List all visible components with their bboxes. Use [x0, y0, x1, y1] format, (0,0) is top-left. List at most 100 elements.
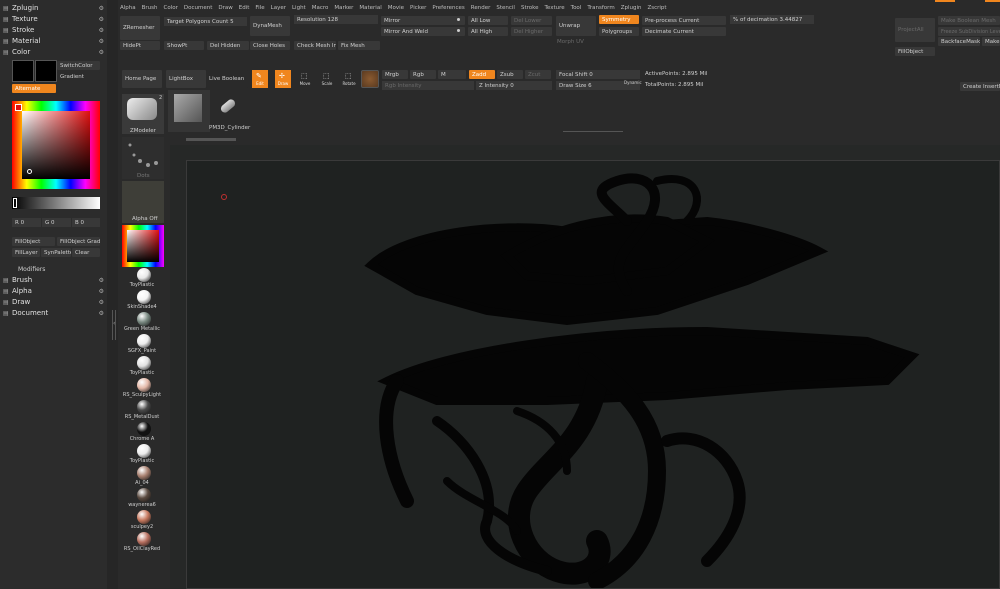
hide-pt-button[interactable]: HidePt: [120, 41, 160, 50]
make-p-button[interactable]: Make P: [982, 37, 1000, 46]
zremesher-button[interactable]: ZRemesher: [120, 16, 160, 40]
live-boolean-button[interactable]: Live Boolean: [206, 70, 248, 88]
material-label[interactable]: SkinShade4: [119, 304, 165, 310]
fill-object-top-button[interactable]: FillObject: [895, 47, 935, 56]
zcut-button[interactable]: Zcut: [525, 70, 551, 79]
make-boolean-mesh-button[interactable]: Make Boolean Mesh: [938, 16, 1000, 25]
pct-decimation-slider[interactable]: % of decimation 3.44827: [730, 15, 814, 24]
backface-mask-button[interactable]: BackfaceMask: [938, 37, 980, 46]
menu-marker[interactable]: Marker: [334, 5, 353, 11]
material-label[interactable]: Chrome A: [119, 436, 165, 442]
rotate-button[interactable]: ⬚ Rotate: [341, 70, 357, 88]
menu-light[interactable]: Light: [292, 5, 306, 11]
left-panel-item-1[interactable]: ▤ Texture ⚙: [0, 14, 106, 24]
left-panel-item-2[interactable]: ▤ Stroke ⚙: [0, 25, 106, 35]
menu-layer[interactable]: Layer: [271, 5, 286, 11]
material-sphere-icon[interactable]: [137, 312, 151, 326]
cube-tool-thumb[interactable]: [168, 90, 210, 132]
gray-slider-handle[interactable]: [13, 198, 17, 208]
del-higher-button[interactable]: Del Higher: [511, 27, 552, 36]
gear-icon[interactable]: ⚙: [99, 310, 104, 317]
material-sphere-icon[interactable]: [137, 400, 151, 414]
left-panel-modifier-1[interactable]: ▤ Alpha ⚙: [0, 286, 106, 296]
material-label[interactable]: RS_MetalDust: [119, 414, 165, 420]
material-sphere-icon[interactable]: [137, 268, 151, 282]
fill-object-button[interactable]: FillObject: [12, 237, 55, 246]
z-intensity-slider[interactable]: Z Intensity 0: [476, 81, 552, 90]
menu-document[interactable]: Document: [184, 5, 213, 11]
left-panel-modifier-2[interactable]: ▤ Draw ⚙: [0, 297, 106, 307]
polygroups-button[interactable]: Polygroups: [599, 27, 639, 36]
menu-material[interactable]: Material: [359, 5, 381, 11]
left-panel-modifier-0[interactable]: ▤ Brush ⚙: [0, 275, 106, 285]
morph-uv-label[interactable]: Morph UV: [557, 39, 584, 45]
focal-shift-slider[interactable]: Focal Shift 0: [556, 70, 640, 79]
material-sphere-icon[interactable]: [137, 510, 151, 524]
menu-macro[interactable]: Macro: [312, 5, 329, 11]
menu-transform[interactable]: Transform: [587, 5, 614, 11]
b-slider[interactable]: B 0: [72, 218, 100, 227]
target-polygons-slider[interactable]: Target Polygons Count 5: [164, 17, 247, 26]
menu-render[interactable]: Render: [471, 5, 491, 11]
material-sphere-icon[interactable]: [137, 532, 151, 546]
decimate-current-button[interactable]: Decimate Current: [642, 27, 726, 36]
material-label[interactable]: RS_SculpyLight: [119, 392, 165, 398]
project-all-button[interactable]: ProjectAll: [895, 18, 935, 42]
canvas-top-handle[interactable]: [563, 131, 623, 134]
zsub-button[interactable]: Zsub: [497, 70, 523, 79]
material-label[interactable]: Green Metallic: [119, 326, 165, 332]
material-sphere-icon[interactable]: [137, 466, 151, 480]
zadd-button[interactable]: Zadd: [469, 70, 495, 79]
secondary-color-swatch[interactable]: [35, 60, 57, 82]
material-label[interactable]: ToyPlastic: [119, 458, 165, 464]
move-button[interactable]: ⬚ Move: [297, 70, 313, 88]
material-sphere-icon[interactable]: [137, 290, 151, 304]
material-sphere-icon[interactable]: [137, 378, 151, 392]
menu-texture[interactable]: Texture: [545, 5, 565, 11]
dynamic-label[interactable]: Dynamic: [624, 80, 642, 85]
all-low-button[interactable]: All Low: [468, 16, 508, 25]
material-sphere-icon[interactable]: [137, 488, 151, 502]
menu-preferences[interactable]: Preferences: [432, 5, 464, 11]
gear-icon[interactable]: ⚙: [99, 277, 104, 284]
r-slider[interactable]: R 0: [12, 218, 41, 227]
rgb-button[interactable]: Rgb: [410, 70, 436, 79]
material-sphere-icon[interactable]: [137, 422, 151, 436]
alternate-button[interactable]: Alternate: [12, 84, 56, 93]
clear-button[interactable]: Clear: [72, 248, 100, 257]
mrgb-button[interactable]: Mrgb: [382, 70, 408, 79]
menu-zplugin[interactable]: Zplugin: [621, 5, 642, 11]
menu-stroke[interactable]: Stroke: [521, 5, 539, 11]
fix-mesh-button[interactable]: Fix Mesh: [338, 41, 380, 50]
gear-icon[interactable]: ⚙: [99, 27, 104, 34]
gradient-button[interactable]: Gradient: [57, 72, 100, 81]
gear-icon[interactable]: ⚙: [99, 299, 104, 306]
fill-object-grad-button[interactable]: FillObject Grad: [57, 237, 100, 246]
material-sphere-icon[interactable]: [137, 334, 151, 348]
draw-button[interactable]: ✢ Draw: [275, 70, 291, 88]
check-mesh-int-button[interactable]: Check Mesh Int: [294, 41, 336, 50]
menu-alpha[interactable]: Alpha: [120, 5, 136, 11]
preprocess-current-button[interactable]: Pre-process Current: [642, 16, 726, 25]
show-pt-button[interactable]: ShowPt: [164, 41, 204, 50]
left-panel-item-0[interactable]: ▤ Zplugin ⚙: [0, 3, 106, 13]
mirror-and-weld-button[interactable]: Mirror And Weld: [381, 27, 465, 36]
syn-palette-button[interactable]: SynPalette: [41, 248, 71, 257]
del-hidden-button[interactable]: Del Hidden: [207, 41, 249, 50]
freeze-subdivision-button[interactable]: Freeze SubDivision Levels: [938, 27, 1000, 36]
menu-stencil[interactable]: Stencil: [496, 5, 515, 11]
texture-color-thumb[interactable]: [122, 225, 164, 267]
menu-picker[interactable]: Picker: [410, 5, 426, 11]
shelf-scroll-bar[interactable]: [186, 138, 236, 141]
gear-icon[interactable]: ⚙: [99, 49, 104, 56]
lightbox-button[interactable]: LightBox: [166, 70, 206, 88]
del-lower-button[interactable]: Del Lower: [511, 16, 552, 25]
mirror-button[interactable]: Mirror: [381, 16, 465, 25]
gear-icon[interactable]: ⚙: [99, 38, 104, 45]
material-label[interactable]: sculpey2: [119, 524, 165, 530]
m-button[interactable]: M: [438, 70, 466, 79]
menu-draw[interactable]: Draw: [218, 5, 232, 11]
resolution-slider[interactable]: Resolution 128: [294, 15, 378, 24]
home-page-button[interactable]: Home Page: [122, 70, 162, 88]
color-picker[interactable]: [12, 101, 100, 189]
